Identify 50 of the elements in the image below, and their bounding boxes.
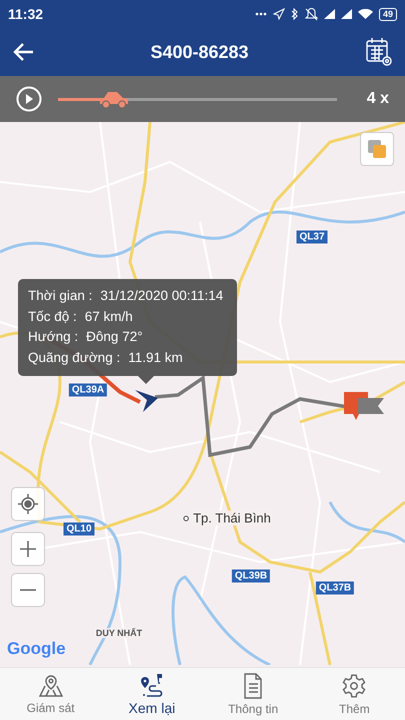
info-label: Thời gian : xyxy=(28,287,92,305)
zoom-in-button[interactable] xyxy=(11,532,45,566)
google-logo: Google xyxy=(7,639,66,659)
info-label: Hướng : xyxy=(28,328,78,346)
place-dot-icon xyxy=(183,515,190,521)
route-icon xyxy=(138,672,165,696)
minus-icon xyxy=(19,588,37,592)
vehicle-arrow-icon xyxy=(135,390,158,412)
back-button[interactable] xyxy=(12,42,34,62)
nav-tab[interactable]: Thông tin xyxy=(202,668,304,720)
info-label: Tốc độ : xyxy=(28,308,77,326)
status-time: 11:32 xyxy=(8,6,44,22)
bluetooth-icon xyxy=(290,8,299,20)
layers-icon xyxy=(366,138,388,160)
info-value: 67 km/h xyxy=(84,308,133,326)
battery-indicator: 49 xyxy=(378,8,397,20)
play-icon xyxy=(16,86,42,112)
nav-tab[interactable]: Xem lại xyxy=(101,668,202,720)
wifi-icon xyxy=(358,9,373,19)
back-arrow-icon xyxy=(12,42,34,62)
muted-bell-icon xyxy=(304,8,318,20)
play-button[interactable] xyxy=(16,86,42,112)
location-arrow-icon xyxy=(272,8,285,20)
settings-icon xyxy=(341,672,368,698)
end-flag-marker xyxy=(344,392,384,420)
road-label: QL37 xyxy=(296,230,328,244)
map-pin-icon xyxy=(38,674,64,698)
place-label: DUY NHẤT xyxy=(94,628,144,638)
nav-tab[interactable]: Giám sát xyxy=(0,668,102,720)
locate-button[interactable] xyxy=(11,487,45,521)
playback-speed[interactable]: 4 x xyxy=(366,90,389,108)
more-dots-icon xyxy=(254,12,267,16)
vehicle-title: S400-86283 xyxy=(150,42,249,62)
crosshair-icon xyxy=(18,494,38,514)
info-value: 31/12/2020 00:11:14 xyxy=(100,287,224,305)
document-icon xyxy=(242,672,264,698)
signal-icon xyxy=(340,9,352,19)
calendar-gear-icon xyxy=(365,37,393,67)
info-value: Đông 72° xyxy=(86,328,143,346)
signal-icon xyxy=(324,9,335,19)
road-label: QL37B xyxy=(316,582,354,594)
info-label: Quãng đường : xyxy=(28,348,120,367)
road-label: QL39B xyxy=(232,570,270,582)
nav-tab[interactable]: Thêm xyxy=(304,668,405,720)
plus-icon xyxy=(19,540,37,558)
calendar-settings-button[interactable] xyxy=(365,37,393,67)
place-label: Tp. Thái Bình xyxy=(191,510,273,526)
road-label: QL39A xyxy=(68,384,108,396)
info-value: 11.91 km xyxy=(128,348,183,366)
road-label: QL10 xyxy=(64,522,94,536)
